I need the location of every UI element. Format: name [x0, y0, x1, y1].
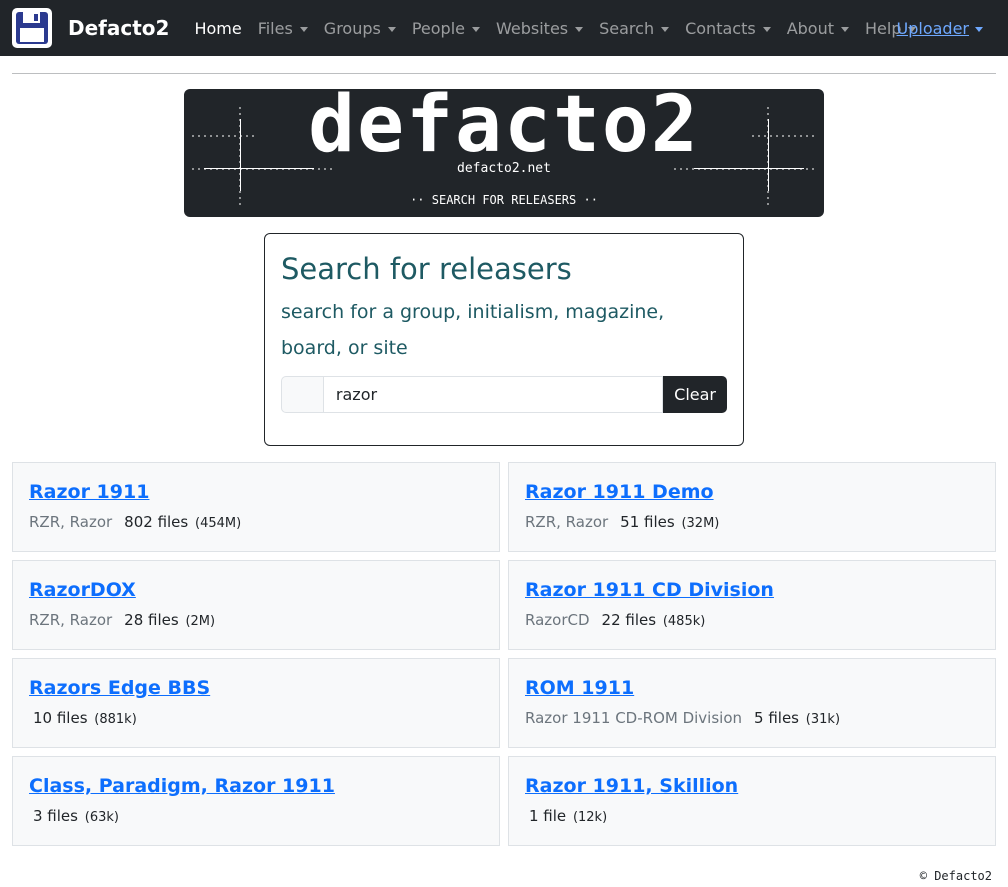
caret-down-icon: [575, 26, 584, 32]
banner-logo-text: defacto2: [308, 89, 700, 170]
caret-down-icon: [299, 26, 308, 32]
floppy-disk-icon[interactable]: [12, 8, 52, 48]
footer-copyright: © Defacto2: [919, 869, 992, 883]
result-link[interactable]: RazorDOX: [29, 579, 136, 601]
result-aliases: RZR, Razor: [29, 611, 113, 629]
search-input[interactable]: [322, 376, 664, 413]
result-files: 5 files: [754, 709, 800, 727]
result-files: 802 files: [124, 513, 189, 531]
search-card: Search for releasers search for a group,…: [264, 233, 744, 446]
result-size: (454M): [195, 516, 242, 531]
result-card: Razors Edge BBS 10 files (881k): [12, 658, 500, 748]
brand-name[interactable]: Defacto2: [68, 16, 169, 40]
result-files: 51 files: [620, 513, 675, 531]
caret-down-icon: [472, 26, 480, 32]
result-link[interactable]: ROM 1911: [525, 677, 634, 699]
input-prefix: [281, 376, 323, 413]
result-card: Class, Paradigm, Razor 1911 3 files (63k…: [12, 756, 500, 846]
result-aliases: RZR, Razor: [525, 513, 609, 531]
result-aliases: RZR, Razor: [29, 513, 113, 531]
uploader-menu[interactable]: Uploader: [897, 0, 983, 56]
nav-about[interactable]: About: [779, 0, 857, 56]
nav-search[interactable]: Search: [591, 0, 677, 56]
nav-menu: Home Files Groups People Websites Search…: [186, 0, 924, 56]
result-meta: 10 files (881k): [29, 709, 137, 727]
result-aliases: Razor 1911 CD-ROM Division: [525, 709, 743, 727]
result-files: 28 files: [124, 611, 179, 629]
result-meta: RZR, Razor 51 files (32M): [525, 513, 719, 531]
result-size: (63k): [84, 810, 119, 825]
nav-groups[interactable]: Groups: [316, 0, 404, 56]
result-size: (31k): [805, 712, 841, 727]
result-card: Razor 1911 CD Division RazorCD 22 files (…: [508, 560, 996, 650]
result-link[interactable]: Razor 1911, Skillion: [525, 775, 738, 797]
nav-about-label: About: [786, 18, 834, 38]
nav-websites-label: Websites: [496, 18, 569, 38]
divider: [12, 73, 996, 74]
result-size: (881k): [94, 712, 137, 727]
result-meta: RZR, Razor 28 files (2M): [29, 611, 215, 629]
caret-down-icon: [661, 26, 670, 32]
result-meta: 3 files (63k): [29, 807, 119, 825]
uploader-label: Uploader: [896, 18, 969, 38]
result-link[interactable]: Class, Paradigm, Razor 1911: [29, 775, 335, 797]
nav-people-label: People: [411, 18, 465, 38]
result-meta: RZR, Razor 802 files (454M): [29, 513, 241, 531]
result-size: (12k): [572, 810, 608, 825]
result-files: 10 files: [33, 709, 88, 727]
nav-websites[interactable]: Websites: [488, 0, 591, 56]
result-meta: Razor 1911 CD-ROM Division 5 files (31k): [525, 709, 840, 727]
nav-search-label: Search: [599, 18, 655, 38]
caret-down-icon: [387, 26, 396, 32]
result-files: 1 file: [529, 807, 567, 825]
nav-files-label: Files: [257, 18, 293, 38]
result-aliases: RazorCD: [525, 611, 590, 629]
result-files: 3 files: [33, 807, 78, 825]
result-link[interactable]: Razor 1911 CD Division: [525, 579, 774, 601]
result-card: Razor 1911, Skillion 1 file (12k): [508, 756, 996, 846]
nav-contacts[interactable]: Contacts: [677, 0, 779, 56]
result-size: (2M): [185, 614, 216, 629]
banner-subtitle: ·· SEARCH FOR RELEASERS ··: [410, 193, 598, 207]
result-size: (485k): [662, 614, 706, 629]
nav-home[interactable]: Home: [186, 0, 249, 56]
result-size: (32M): [681, 516, 720, 531]
result-link[interactable]: Razors Edge BBS: [29, 677, 210, 699]
result-link[interactable]: Razor 1911: [29, 481, 149, 503]
caret-down-icon: [841, 26, 849, 32]
caret-down-icon: [762, 26, 771, 32]
nav-contacts-label: Contacts: [685, 18, 756, 38]
nav-files[interactable]: Files: [250, 0, 316, 56]
caret-down-icon: [975, 26, 983, 32]
result-link[interactable]: Razor 1911 Demo: [525, 481, 714, 503]
nav-people[interactable]: People: [404, 0, 488, 56]
search-title: Search for releasers: [281, 252, 572, 286]
clear-button[interactable]: Clear: [663, 376, 727, 413]
result-meta: RazorCD 22 files (485k): [525, 611, 705, 629]
result-card: Razor 1911 Demo RZR, Razor 51 files (32M): [508, 462, 996, 552]
result-files: 22 files: [601, 611, 657, 629]
navbar: Defacto2 Home Files Groups People Websit…: [0, 0, 1008, 56]
nav-groups-label: Groups: [323, 18, 381, 38]
search-input-group: Clear: [281, 376, 727, 413]
banner-subtitle-text: SEARCH FOR RELEASERS: [431, 193, 577, 207]
result-meta: 1 file (12k): [525, 807, 607, 825]
brand[interactable]: Defacto2: [12, 8, 169, 48]
ansi-banner: defacto2 defacto2.net ·· SEARCH FOR RELE…: [184, 89, 824, 217]
nav-home-label: Home: [194, 18, 242, 38]
search-lead: search for a group, initialism, magazine…: [281, 301, 665, 359]
result-card: ROM 1911 Razor 1911 CD-ROM Division 5 fil…: [508, 658, 996, 748]
banner-site: defacto2.net: [457, 161, 551, 176]
result-card: Razor 1911 RZR, Razor 802 files (454M): [12, 462, 500, 552]
result-card: RazorDOX RZR, Razor 28 files (2M): [12, 560, 500, 650]
